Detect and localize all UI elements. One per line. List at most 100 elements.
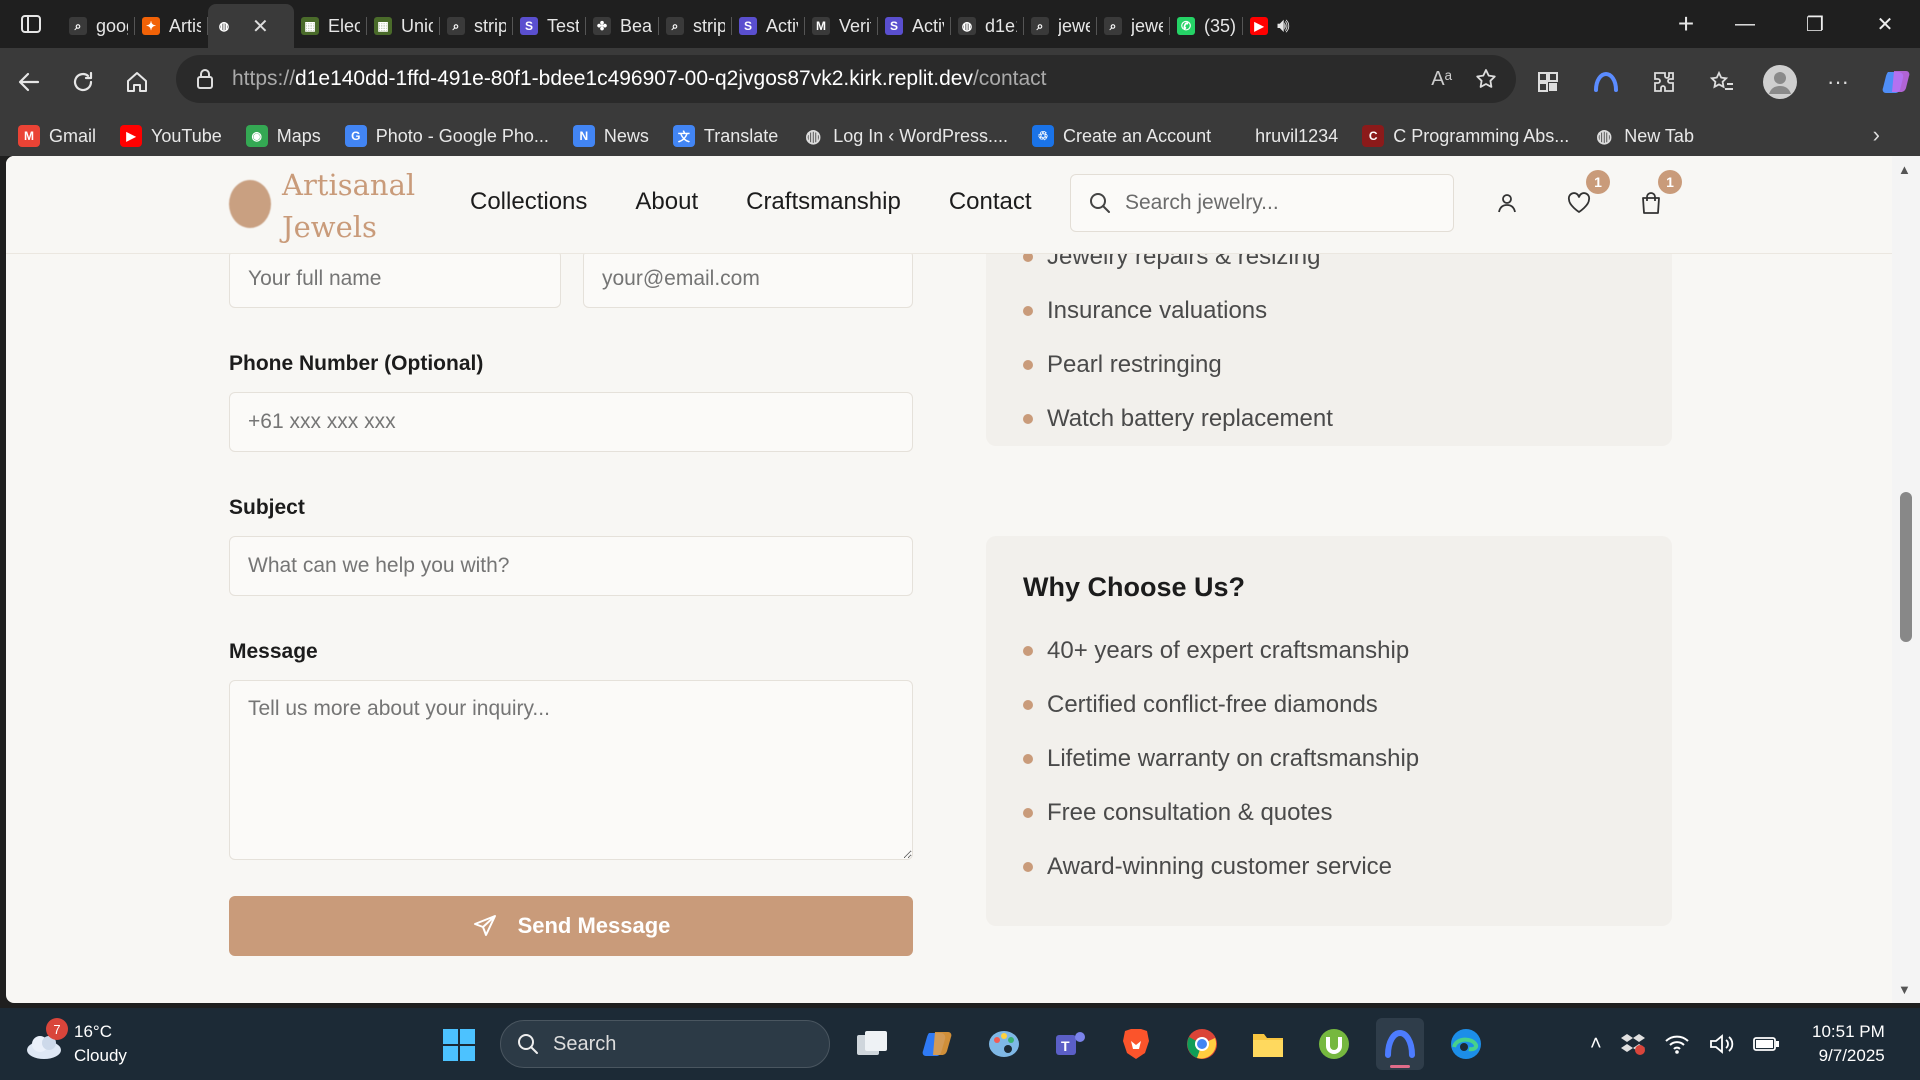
bookmark-label: Photo - Google Pho...: [375, 125, 549, 146]
message-textarea[interactable]: [229, 680, 913, 860]
teams-app[interactable]: T: [1046, 1018, 1094, 1070]
browser-tab[interactable]: ✦ Artis: [135, 8, 208, 44]
wifi-icon[interactable]: [1664, 1033, 1690, 1055]
arc-app[interactable]: [1376, 1018, 1424, 1070]
nav-craftsmanship[interactable]: Craftsmanship: [746, 188, 901, 216]
browser-tab[interactable]: ⌕ stripe: [440, 8, 513, 44]
browser-tab[interactable]: ⌕ jewe: [1024, 8, 1097, 44]
browser-tab[interactable]: ⌕ stripe: [659, 8, 732, 44]
bookmark-item[interactable]: M Gmail: [18, 125, 96, 147]
account-button[interactable]: [1490, 186, 1524, 220]
bookmark-item[interactable]: hruvil1234: [1255, 126, 1338, 147]
nav-about[interactable]: About: [635, 188, 698, 216]
chevron-right-icon: ›: [1872, 122, 1880, 147]
bookmark-item[interactable]: C C Programming Abs...: [1362, 125, 1569, 147]
nav-contact[interactable]: Contact: [949, 188, 1032, 216]
search-input[interactable]: [1125, 191, 1425, 215]
browser-tab[interactable]: ▦ Elect: [294, 8, 367, 44]
gmail-icon: M: [18, 125, 40, 147]
start-button[interactable]: [442, 1028, 476, 1067]
wishlist-button[interactable]: 1: [1562, 170, 1610, 220]
taskbar-search[interactable]: Search: [500, 1020, 830, 1068]
tab-actions-button[interactable]: [0, 0, 62, 48]
scroll-down-icon[interactable]: ▼: [1898, 982, 1911, 997]
youtube-audio-tab[interactable]: ▶ 🔊︎: [1243, 8, 1297, 44]
volume-icon[interactable]: [1708, 1033, 1734, 1055]
full-name-input[interactable]: [229, 250, 561, 308]
browser-tab[interactable]: S Activ: [732, 8, 805, 44]
browser-tab[interactable]: ✤ Beac: [586, 8, 659, 44]
browser-tab-strip: ⌕goog✦Artis◍✕▦Elect▦Uniq⌕stripeSTest✤Bea…: [0, 0, 1920, 48]
profile-button[interactable]: [1762, 64, 1798, 100]
paint-app[interactable]: [980, 1018, 1028, 1070]
extension-grid-button[interactable]: [1530, 64, 1566, 100]
system-tray: ˄: [1590, 1008, 1780, 1080]
subject-input[interactable]: [229, 536, 913, 596]
close-window-button[interactable]: ✕: [1850, 0, 1920, 48]
system-clock[interactable]: 10:51 PM 9/7/2025: [1812, 1020, 1885, 1068]
bookmark-item[interactable]: 文 Translate: [672, 125, 778, 147]
bookmark-item[interactable]: ◉ Maps: [245, 125, 321, 147]
task-view-app[interactable]: [848, 1018, 896, 1070]
chevron-up-icon[interactable]: ˄: [1590, 1033, 1602, 1056]
bookmark-item[interactable]: ▶ YouTube: [120, 125, 222, 147]
page-scrollbar[interactable]: ▲ ▼: [1892, 156, 1920, 1003]
send-message-button[interactable]: Send Message: [229, 896, 913, 956]
copilot-button[interactable]: [1878, 64, 1914, 100]
weather-widget[interactable]: 7 16°C Cloudy: [24, 1018, 127, 1068]
browser-tab[interactable]: ⌕ jewe: [1097, 8, 1170, 44]
audio-playing-icon: 🔊︎: [1277, 14, 1290, 37]
battery-icon[interactable]: [1752, 1034, 1780, 1054]
tab-title: stripe: [474, 15, 506, 36]
read-aloud-icon[interactable]: A͏ᵃ: [1431, 68, 1452, 91]
favorites-button[interactable]: [1704, 64, 1740, 100]
browser-tab[interactable]: ⌕ goog: [62, 8, 135, 44]
back-button[interactable]: [2, 55, 56, 109]
phone-input[interactable]: [229, 392, 913, 452]
address-bar[interactable]: https://d1e140dd-1ffd-491e-80f1-bdee1c49…: [176, 55, 1516, 103]
youtube-icon: ▶: [1250, 17, 1268, 35]
utorrent-app[interactable]: [1310, 1018, 1358, 1070]
browser-tab[interactable]: ✆ (35): [1170, 8, 1243, 44]
home-button[interactable]: [110, 55, 164, 109]
browser-tab[interactable]: S Activ: [878, 8, 951, 44]
subject-label: Subject: [229, 496, 305, 519]
close-tab-icon[interactable]: ✕: [252, 14, 269, 39]
browser-tab[interactable]: M Verify: [805, 8, 878, 44]
butterfly-icon: ✤: [593, 17, 611, 35]
nav-collections[interactable]: Collections: [470, 188, 587, 216]
brave-app[interactable]: [1112, 1018, 1160, 1070]
scrollbar-thumb[interactable]: [1900, 492, 1912, 642]
new-tab-button[interactable]: +: [1662, 8, 1710, 40]
minimize-button[interactable]: —: [1710, 0, 1780, 48]
arc-extension-button[interactable]: [1588, 64, 1624, 100]
site-logo[interactable]: Artisanal Jewels: [282, 164, 415, 248]
search-icon: [1090, 193, 1110, 213]
extensions-button[interactable]: [1646, 64, 1682, 100]
browser-tab[interactable]: S Test: [513, 8, 586, 44]
restore-icon: ❐: [1806, 13, 1824, 36]
scroll-up-icon[interactable]: ▲: [1898, 162, 1911, 177]
dropbox-icon[interactable]: [1620, 1032, 1646, 1056]
bookmark-item[interactable]: ♲ Create an Account: [1032, 125, 1211, 147]
bookmark-item[interactable]: ◍ Log In ‹ WordPress....: [802, 125, 1008, 147]
browser-tab[interactable]: ▦ Uniq: [367, 8, 440, 44]
bookmark-item[interactable]: ◍ New Tab: [1593, 125, 1694, 147]
favorite-star-icon[interactable]: [1474, 67, 1498, 91]
settings-more-button[interactable]: ···: [1820, 64, 1856, 100]
file-explorer-app[interactable]: [1244, 1018, 1292, 1070]
reload-button[interactable]: [56, 55, 110, 109]
email-input[interactable]: [583, 250, 913, 308]
search-icon: [518, 1034, 538, 1054]
bookmarks-overflow-button[interactable]: ›: [1873, 122, 1880, 148]
cart-button[interactable]: 1: [1634, 170, 1682, 220]
copilot-app[interactable]: [914, 1018, 962, 1070]
svg-text:T: T: [1061, 1038, 1070, 1054]
browser-tab[interactable]: ◍ d1e1: [951, 8, 1024, 44]
edge-app[interactable]: [1442, 1018, 1490, 1070]
bookmark-item[interactable]: N News: [572, 125, 649, 147]
browser-tab[interactable]: ◍ ✕: [208, 4, 294, 48]
chrome-app[interactable]: [1178, 1018, 1226, 1070]
bookmark-item[interactable]: G Photo - Google Pho...: [344, 125, 549, 147]
restore-button[interactable]: ❐: [1780, 0, 1850, 48]
